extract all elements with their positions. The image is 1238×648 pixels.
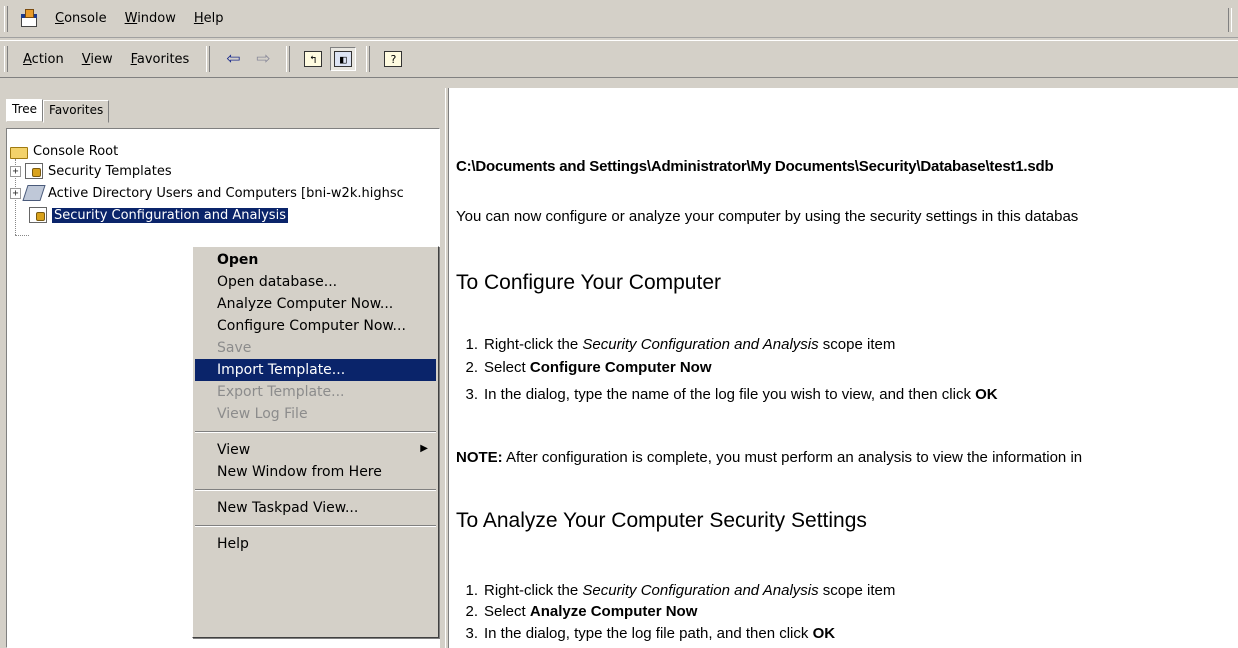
scope-tabs: Tree Favorites xyxy=(6,99,110,123)
configure-step-2: 2. Select Configure Computer Now xyxy=(465,359,712,376)
analyze-step-1: 1. Right-click the Security Configuratio… xyxy=(465,582,896,599)
result-pane: C:\Documents and Settings\Administrator\… xyxy=(449,88,1238,648)
analyze-step-2: 2. Select Analyze Computer Now xyxy=(465,603,698,620)
active-directory-icon xyxy=(22,185,46,201)
configure-step-3: 3. In the dialog, type the name of the l… xyxy=(465,386,998,403)
analyze-step-3: 3. In the dialog, type the log file path… xyxy=(465,625,836,642)
menu-action[interactable]: Action xyxy=(14,48,73,71)
menu-bar: Console Window Help xyxy=(0,0,1238,38)
tree-node-security-configuration[interactable]: Security Configuration and Analysis xyxy=(29,205,288,225)
tree-node-console-root[interactable]: Console Root xyxy=(10,141,118,161)
mmc-console-icon xyxy=(18,8,40,29)
menubar-grip[interactable] xyxy=(4,5,8,32)
context-menu: Open Open database... Analyze Computer N… xyxy=(192,246,439,638)
ctx-separator xyxy=(195,525,436,527)
intro-text: You can now configure or analyze your co… xyxy=(456,208,1079,225)
ctx-analyze-computer-now[interactable]: Analyze Computer Now... xyxy=(195,293,436,315)
expand-plus-icon[interactable]: + xyxy=(10,165,21,177)
configure-step-1: 1. Right-click the Security Configuratio… xyxy=(465,336,896,353)
help-icon: ? xyxy=(384,51,403,67)
show-hide-tree-button[interactable]: ◧ xyxy=(330,47,357,71)
database-path: C:\Documents and Settings\Administrator\… xyxy=(456,158,1054,175)
menu-favorites-label: avorites xyxy=(136,51,190,67)
menu-window-label: indow xyxy=(137,11,176,26)
ctx-help[interactable]: Help xyxy=(195,533,436,555)
analyze-heading: To Analyze Your Computer Security Settin… xyxy=(456,509,867,532)
menu-favorites[interactable]: Favorites xyxy=(122,48,199,71)
toolbar-separator-2 xyxy=(366,46,371,72)
tree-node-label: Console Root xyxy=(33,143,119,159)
toolbar-grip[interactable] xyxy=(4,46,8,72)
ctx-separator xyxy=(195,489,436,491)
tree-node-security-templates[interactable]: + Security Templates xyxy=(10,161,172,181)
back-arrow-icon: ⇦ xyxy=(226,49,241,69)
up-one-level-icon: ↰ xyxy=(304,51,323,67)
help-button[interactable]: ? xyxy=(380,47,406,71)
note-text: NOTE: After configuration is complete, y… xyxy=(456,449,1083,466)
show-hide-tree-icon: ◧ xyxy=(334,51,353,67)
security-config-icon xyxy=(29,207,47,223)
configure-heading: To Configure Your Computer xyxy=(456,271,721,294)
ctx-configure-computer-now[interactable]: Configure Computer Now... xyxy=(195,315,436,337)
tree-node-active-directory[interactable]: + Active Directory Users and Computers [… xyxy=(10,183,404,203)
menu-help-label: elp xyxy=(203,11,224,26)
menubar-edge xyxy=(1228,8,1232,32)
ctx-view[interactable]: View ▶ xyxy=(195,439,436,461)
toolbar: Action View Favorites ⇦ ⇨ ↰ ◧ ? xyxy=(0,40,1238,78)
menu-console-label: onsole xyxy=(64,11,107,26)
toolbar-separator xyxy=(286,46,291,72)
tree-node-label: Security Templates xyxy=(48,163,172,179)
up-one-level-button[interactable]: ↰ xyxy=(300,47,326,71)
toolbar-separator-grip xyxy=(206,46,211,72)
ctx-view-log-file: View Log File xyxy=(217,406,308,422)
forward-arrow-icon: ⇨ xyxy=(256,49,271,69)
ctx-new-window-from-here[interactable]: New Window from Here xyxy=(195,461,436,483)
tree-node-label: Active Directory Users and Computers [bn… xyxy=(48,185,404,201)
ctx-separator xyxy=(195,431,436,433)
menu-window[interactable]: Window xyxy=(116,7,185,30)
menu-console[interactable]: Console xyxy=(46,7,116,30)
tree-node-label-selected: Security Configuration and Analysis xyxy=(52,207,288,223)
ctx-export-template: Export Template... xyxy=(217,384,345,400)
menu-action-label: ction xyxy=(31,51,64,67)
menu-view-label: iew xyxy=(90,51,113,67)
folder-icon xyxy=(10,147,28,159)
tab-tree[interactable]: Tree xyxy=(6,99,44,122)
menu-help[interactable]: Help xyxy=(185,7,233,30)
expand-plus-icon[interactable]: + xyxy=(10,187,21,199)
ctx-save: Save xyxy=(217,340,252,356)
submenu-arrow-icon: ▶ xyxy=(420,443,428,454)
security-templates-icon xyxy=(25,163,43,179)
tab-favorites[interactable]: Favorites xyxy=(43,100,110,123)
forward-button[interactable]: ⇨ xyxy=(250,47,276,71)
ctx-view-label: View xyxy=(217,442,251,458)
ctx-open-database[interactable]: Open database... xyxy=(195,271,436,293)
ctx-open[interactable]: Open xyxy=(195,249,436,271)
back-button[interactable]: ⇦ xyxy=(220,47,246,71)
ctx-import-template[interactable]: Import Template... xyxy=(195,359,436,381)
menu-view[interactable]: View xyxy=(73,48,122,71)
ctx-new-taskpad-view[interactable]: New Taskpad View... xyxy=(195,497,436,519)
